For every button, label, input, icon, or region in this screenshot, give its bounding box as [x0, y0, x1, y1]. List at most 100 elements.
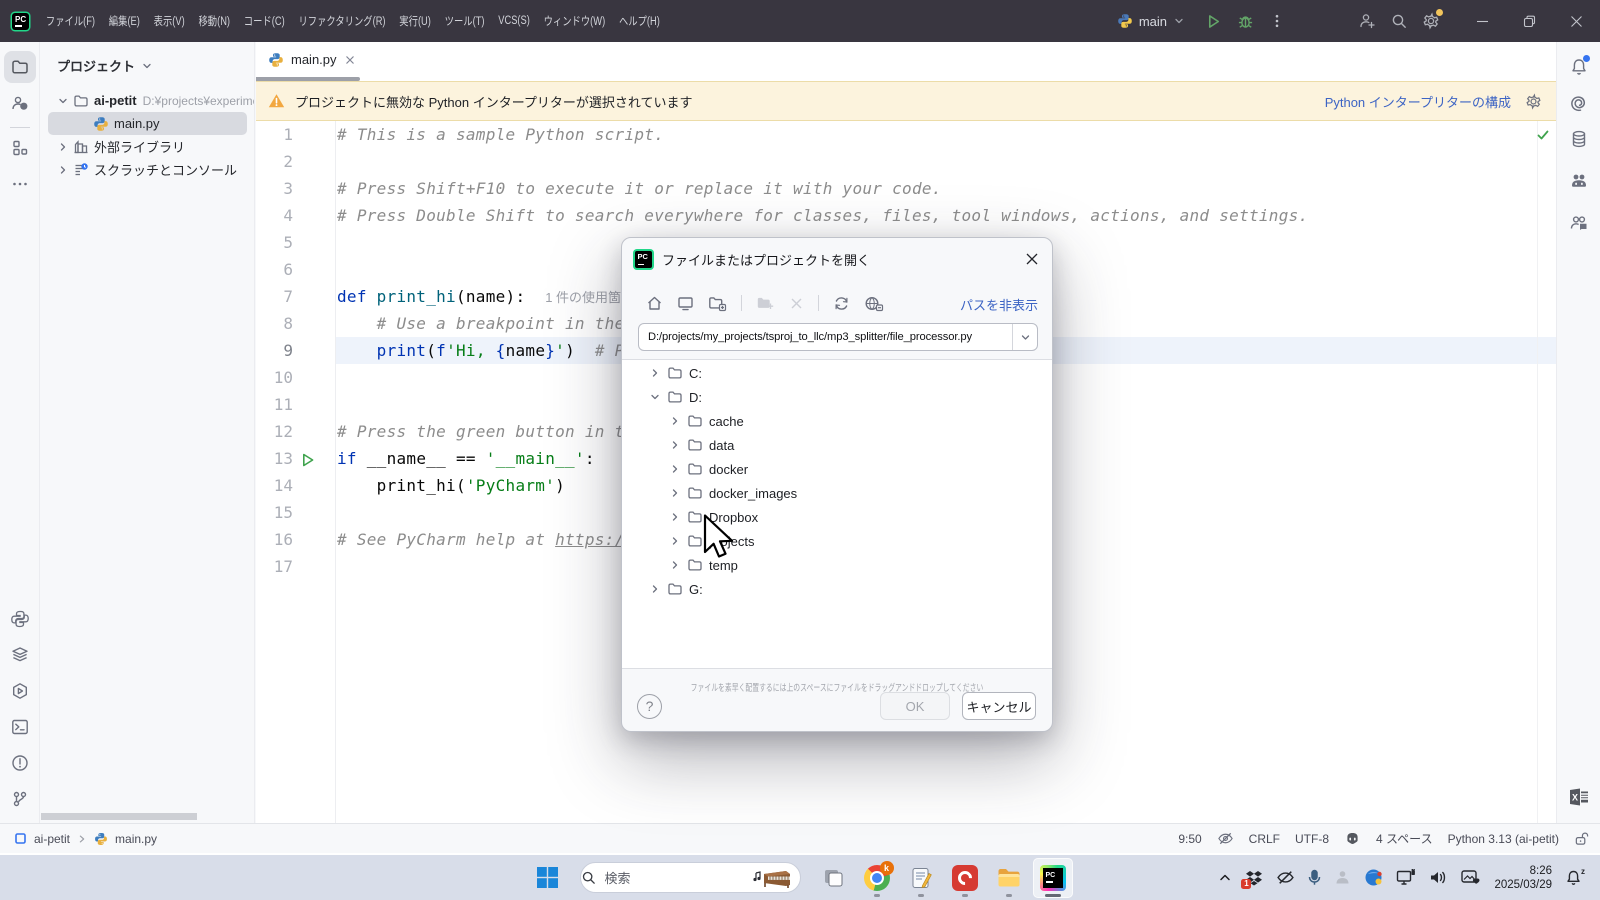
chevron-right-icon[interactable] [667, 557, 683, 573]
structure-tool-button[interactable] [4, 132, 36, 164]
line-number[interactable]: 2 [256, 148, 293, 175]
hide-path-link[interactable]: パスを非表示 [960, 295, 1038, 314]
start-button[interactable] [528, 858, 568, 898]
inspections-ok-icon[interactable] [1536, 128, 1550, 142]
pycharm-taskbar-icon[interactable]: PC [1033, 858, 1073, 898]
dialog-tree-row-cache[interactable]: cache [622, 409, 1052, 433]
chevron-down-icon[interactable] [647, 389, 663, 405]
window-restore-button[interactable] [1506, 0, 1553, 42]
new-folder-button[interactable] [708, 295, 727, 312]
learn-tool-button[interactable]: ? [4, 87, 36, 119]
dialog-close-button[interactable] [1024, 251, 1040, 267]
dialog-tree-row-projects[interactable]: projects [622, 529, 1052, 553]
line-number[interactable]: 5 [256, 229, 293, 256]
line-number[interactable]: 17 [256, 553, 293, 580]
menu-item-0[interactable]: ファイル(F) [39, 0, 102, 42]
code-with-me-users-button[interactable] [1563, 207, 1595, 239]
line-number[interactable]: 7 [256, 283, 293, 310]
line-number[interactable]: 15 [256, 499, 293, 526]
close-tab-icon[interactable] [344, 54, 356, 66]
menu-item-3[interactable]: 移動(N) [192, 0, 237, 42]
project-tool-button[interactable] [4, 51, 36, 83]
file-system-tree[interactable]: C:D:cachedatadockerdocker_imagesDropboxp… [622, 359, 1052, 669]
chevron-right-icon[interactable] [647, 581, 663, 597]
ai-assistant-button[interactable] [1563, 87, 1595, 119]
eye-off-tray-icon[interactable] [1276, 868, 1295, 887]
chevron-right-icon[interactable] [667, 509, 683, 525]
photos-tray-icon[interactable] [1461, 869, 1481, 886]
line-number[interactable]: 10 [256, 364, 293, 391]
highlighting-off-icon[interactable] [1217, 830, 1234, 847]
chevron-right-icon[interactable] [667, 485, 683, 501]
task-view-button[interactable] [813, 858, 853, 898]
menu-item-2[interactable]: 表示(V) [147, 0, 192, 42]
encoding-widget[interactable]: UTF-8 [1295, 832, 1329, 846]
menu-item-4[interactable]: コード(C) [237, 0, 292, 42]
run-config-selector[interactable]: main [1111, 6, 1191, 36]
notepad-icon[interactable] [901, 858, 941, 898]
excel-plugin-button[interactable]: X [1563, 781, 1595, 813]
chevron-right-icon[interactable] [55, 162, 71, 178]
line-number[interactable]: 16 [256, 526, 293, 553]
project-panel-header[interactable]: プロジェクト [41, 42, 254, 85]
person-tray-icon[interactable] [1334, 869, 1351, 886]
line-number[interactable]: 13 [256, 445, 293, 472]
menu-item-9[interactable]: ウィンドウ(W) [537, 0, 612, 42]
menu-item-6[interactable]: 実行(U) [392, 0, 437, 42]
tray-clock[interactable]: 8:26 2025/03/29 [1494, 864, 1552, 892]
more-tool-windows-button[interactable] [4, 168, 36, 200]
menu-item-1[interactable]: 編集(E) [102, 0, 147, 42]
line-number[interactable]: 12 [256, 418, 293, 445]
banner-settings-icon[interactable] [1525, 93, 1542, 110]
home-button[interactable] [646, 295, 663, 312]
search-highlight-image[interactable] [750, 866, 794, 890]
app-sphere-tray-icon[interactable] [1364, 868, 1383, 887]
desktop-button[interactable] [677, 295, 694, 312]
settings-button[interactable] [1415, 6, 1447, 36]
dropbox-tray-icon[interactable]: 1 [1245, 869, 1263, 887]
taskbar-search-box[interactable]: 検索 [580, 862, 801, 893]
horizontal-scrollbar[interactable] [41, 813, 197, 820]
breadcrumb-project[interactable]: ai-petit [34, 832, 70, 846]
tree-row-main-py[interactable]: main.py [41, 112, 254, 135]
breadcrumb-file[interactable]: main.py [115, 832, 157, 846]
file-explorer-icon[interactable] [989, 858, 1029, 898]
tree-row-scratches[interactable]: スクラッチとコンソール [41, 158, 254, 181]
interpreter-widget[interactable]: Python 3.13 (ai-petit) [1448, 832, 1559, 846]
chevron-right-icon[interactable] [55, 139, 71, 155]
chevron-down-icon[interactable] [55, 93, 71, 109]
chevron-right-icon[interactable] [667, 413, 683, 429]
run-anything-tool-button[interactable] [4, 675, 36, 707]
chevron-right-icon[interactable] [667, 437, 683, 453]
tree-row-project-root[interactable]: ai-petit D:¥projects¥experimen [41, 89, 254, 112]
editor-scrollbar-track[interactable] [1537, 121, 1538, 823]
window-minimize-button[interactable] [1459, 0, 1506, 42]
menu-item-8[interactable]: VCS(S) [491, 0, 536, 42]
tray-expand-icon[interactable] [1218, 871, 1232, 885]
chevron-right-icon[interactable] [647, 365, 663, 381]
search-everywhere-button[interactable] [1383, 6, 1415, 36]
dialog-header[interactable]: PC ファイルまたはプロジェクトを開く [622, 238, 1052, 280]
line-number[interactable]: 4 [256, 202, 293, 229]
line-number[interactable]: 8 [256, 310, 293, 337]
line-number[interactable]: 9 [256, 337, 293, 364]
path-dropdown-button[interactable] [1012, 324, 1037, 350]
configure-interpreter-link[interactable]: Python インタープリターの構成 [1325, 92, 1511, 111]
ok-button[interactable]: OK [880, 692, 950, 720]
terminal-tool-button[interactable] [4, 711, 36, 743]
dialog-tree-row-dropbox[interactable]: Dropbox [622, 505, 1052, 529]
volume-tray-icon[interactable] [1429, 869, 1448, 886]
window-close-button[interactable] [1553, 0, 1600, 42]
indent-widget[interactable]: 4 スペース [1376, 830, 1433, 847]
services-tool-button[interactable] [4, 639, 36, 671]
camtasia-icon[interactable] [945, 858, 985, 898]
copilot-icon[interactable] [1344, 830, 1361, 847]
line-number[interactable]: 14 [256, 472, 293, 499]
show-hidden-files-button[interactable] [864, 295, 884, 312]
unlocked-icon[interactable] [1574, 831, 1589, 847]
problems-tool-button[interactable] [4, 747, 36, 779]
dialog-tree-row-c[interactable]: C: [622, 361, 1052, 385]
dialog-tree-row-data[interactable]: data [622, 433, 1052, 457]
line-number[interactable]: 1 [256, 121, 293, 148]
database-button[interactable] [1563, 123, 1595, 155]
